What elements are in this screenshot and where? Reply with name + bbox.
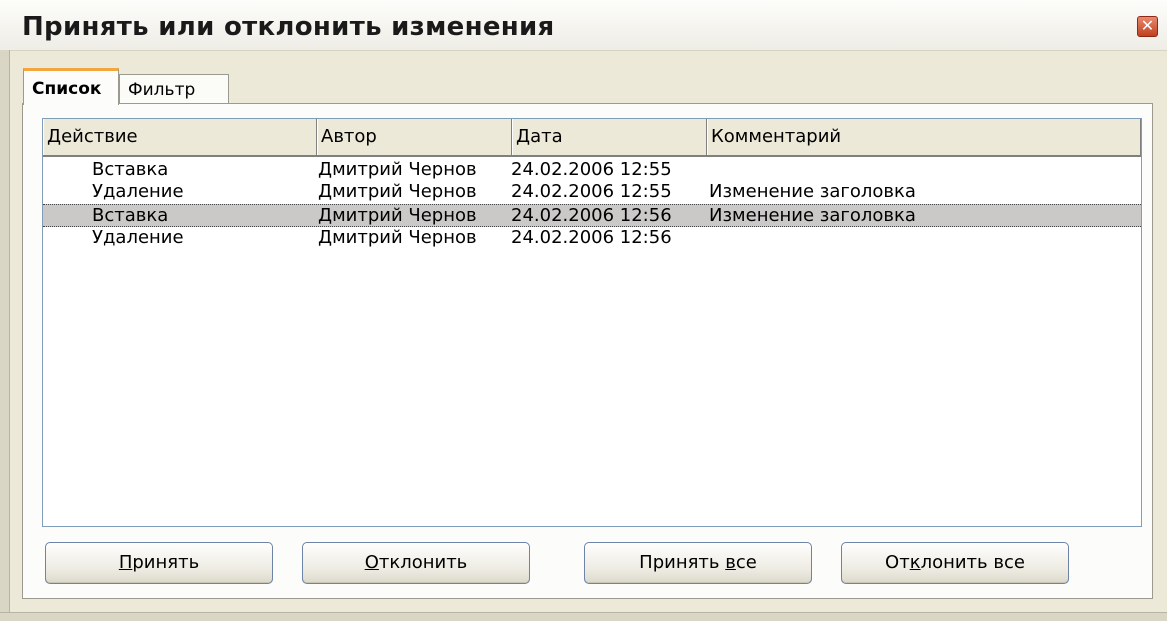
- tab-filter[interactable]: Фильтр: [119, 74, 229, 104]
- reject-mnemonic: О: [364, 552, 379, 573]
- accept-button[interactable]: Принять: [45, 542, 273, 584]
- title-bar[interactable]: Принять или отклонить изменения ✕: [0, 0, 1167, 51]
- accept-all-label-rest: се: [735, 552, 757, 573]
- cell-date: 24.02.2006 12:55: [511, 159, 672, 180]
- cell-author: Дмитрий Чернов: [318, 181, 477, 202]
- accept-label: ринять: [132, 552, 200, 573]
- cell-author: Дмитрий Чернов: [318, 159, 477, 180]
- table-row-selected[interactable]: Вставка Дмитрий Чернов 24.02.2006 12:56 …: [43, 204, 1141, 227]
- reject-all-label-pre: От: [885, 552, 910, 573]
- cell-action: Удаление: [92, 227, 184, 248]
- close-icon[interactable]: ✕: [1137, 16, 1158, 37]
- reject-label: тклонить: [378, 552, 468, 573]
- cell-comment: Изменение заголовка: [709, 205, 916, 226]
- cell-date: 24.02.2006 12:55: [511, 181, 672, 202]
- column-header-date[interactable]: Дата: [512, 119, 707, 155]
- window-bottom-border: [0, 612, 1167, 621]
- reject-all-mnemonic: к: [909, 552, 921, 573]
- reject-all-label-rest: лонить все: [920, 552, 1025, 573]
- cell-date: 24.02.2006 12:56: [511, 205, 672, 226]
- cell-action: Вставка: [92, 205, 169, 226]
- accept-reject-changes-dialog: Принять или отклонить изменения ✕ Список…: [0, 0, 1167, 621]
- changes-list[interactable]: Действие Автор Дата Комментарий Вставка …: [42, 118, 1142, 527]
- accept-mnemonic: П: [118, 552, 133, 573]
- table-row[interactable]: Удаление Дмитрий Чернов 24.02.2006 12:55…: [43, 181, 1141, 204]
- tab-list[interactable]: Список: [23, 68, 119, 105]
- column-header-comment[interactable]: Комментарий: [707, 119, 1141, 155]
- cell-author: Дмитрий Чернов: [318, 205, 477, 226]
- window-left-border: [0, 50, 10, 621]
- reject-all-button[interactable]: Отклонить все: [841, 542, 1069, 584]
- window-title: Принять или отклонить изменения: [22, 12, 555, 42]
- reject-button[interactable]: Отклонить: [302, 542, 530, 584]
- table-row[interactable]: Вставка Дмитрий Чернов 24.02.2006 12:55: [43, 159, 1141, 182]
- column-header-action[interactable]: Действие: [43, 119, 317, 155]
- table-row[interactable]: Удаление Дмитрий Чернов 24.02.2006 12:56: [43, 227, 1141, 250]
- list-header: Действие Автор Дата Комментарий: [43, 119, 1141, 157]
- cell-author: Дмитрий Чернов: [318, 227, 477, 248]
- cell-action: Удаление: [92, 181, 184, 202]
- accept-all-button[interactable]: Принять все: [584, 542, 812, 584]
- cell-comment: Изменение заголовка: [709, 181, 916, 202]
- cell-date: 24.02.2006 12:56: [511, 227, 672, 248]
- cell-action: Вставка: [92, 159, 169, 180]
- accept-all-label-pre: Принять: [639, 552, 726, 573]
- column-header-author[interactable]: Автор: [317, 119, 512, 155]
- accept-all-mnemonic: в: [725, 552, 736, 573]
